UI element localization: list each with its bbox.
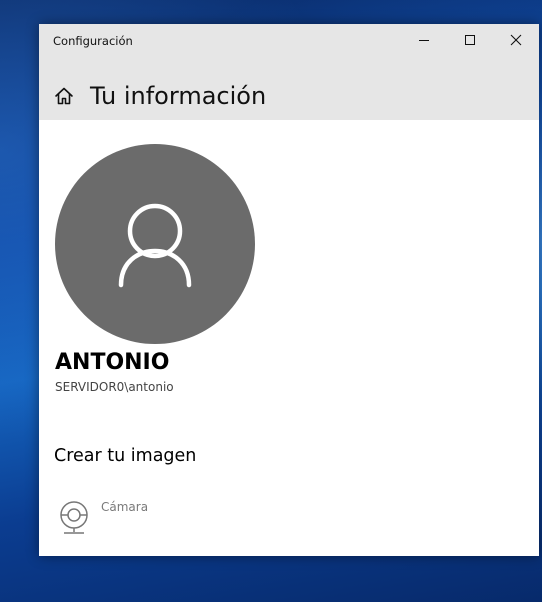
home-button[interactable] xyxy=(53,85,75,107)
page-title: Tu información xyxy=(90,82,267,110)
minimize-icon xyxy=(419,40,429,41)
minimize-button[interactable] xyxy=(401,24,447,56)
section-heading-create-picture: Crear tu imagen xyxy=(54,446,197,466)
close-icon xyxy=(510,34,522,46)
window-title: Configuración xyxy=(53,34,133,48)
avatar xyxy=(55,144,255,344)
maximize-icon xyxy=(465,35,475,45)
camera-icon xyxy=(60,501,88,534)
user-name: ANTONIO xyxy=(55,350,170,375)
maximize-button[interactable] xyxy=(447,24,493,56)
user-account: SERVIDOR0\antonio xyxy=(55,380,174,394)
person-icon xyxy=(118,203,192,288)
settings-window: Configuración Tu información ANTONIO SER… xyxy=(39,24,539,556)
camera-option[interactable]: Cámara xyxy=(55,498,255,538)
close-button[interactable] xyxy=(493,24,539,56)
title-bar[interactable]: Configuración Tu información xyxy=(39,24,539,120)
page-header: Tu información xyxy=(39,80,539,112)
camera-label: Cámara xyxy=(101,500,149,514)
home-icon xyxy=(55,87,73,105)
